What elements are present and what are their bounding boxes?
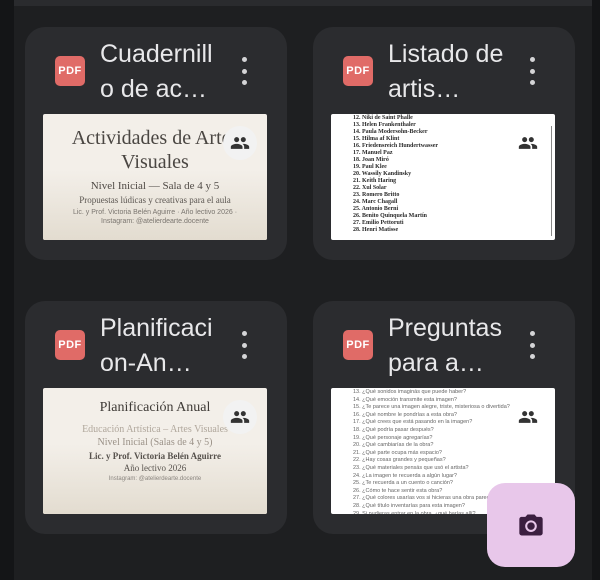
camera-scan-button[interactable] — [487, 483, 575, 567]
file-card[interactable]: PDF Listado de artis… 12. Niki de Saint … — [313, 27, 575, 260]
list-item: 25. Antonio Berni — [353, 206, 399, 212]
left-edge — [0, 0, 14, 580]
more-vert-icon[interactable] — [235, 330, 253, 360]
list-item: 21. Keith Haring — [353, 178, 397, 184]
list-item: 13. Helen Frankenthaler — [353, 122, 416, 128]
people-icon — [223, 400, 257, 434]
pdf-icon: PDF — [55, 56, 85, 86]
list-item: 14. ¿Qué emoción transmite esta imagen? — [353, 396, 457, 403]
list-item: 24. ¿La imagen te recuerda a algún lugar… — [353, 472, 457, 479]
more-vert-icon[interactable] — [523, 330, 541, 360]
cover-line: Instagram: @atelierdearte.docente — [101, 218, 209, 225]
camera-icon — [519, 514, 543, 536]
file-card[interactable]: PDF Cuadernillo de ac… Actividades de Ar… — [25, 27, 287, 260]
pdf-icon: PDF — [343, 56, 373, 86]
list-item: 21. ¿Qué parte ocupa más espacio? — [353, 449, 442, 456]
list-item: 19. ¿Qué personaje agregarías? — [353, 434, 433, 441]
cover-line: Propuestas lúdicas y creativas para el a… — [79, 195, 231, 205]
list-item: 14. Paula Modersohn-Becker — [353, 129, 428, 135]
pdf-icon: PDF — [343, 330, 373, 360]
people-icon — [223, 126, 257, 160]
right-edge — [592, 0, 600, 580]
list-item: 16. Friedensreich Hundertwasser — [353, 143, 439, 149]
more-vert-icon[interactable] — [523, 56, 541, 86]
list-item: 17. Manuel Paz — [353, 150, 393, 156]
list-item: 20. Wassily Kandinsky — [353, 171, 412, 177]
list-item: 22. ¿Hay cosas grandes y pequeñas? — [353, 457, 446, 464]
people-icon — [511, 126, 545, 160]
page-edge-rule — [551, 126, 552, 236]
file-thumbnail[interactable]: 12. Niki de Saint Phalle 13. Helen Franke… — [331, 114, 555, 240]
cover-line: Lic. y Prof. Victoria Belén Aguirre — [89, 451, 221, 461]
list-item: 24. Marc Chagall — [353, 199, 398, 205]
list-item: 12. Niki de Saint Phalle — [353, 115, 413, 121]
list-item: 20. ¿Qué cambiarías de la obra? — [353, 442, 434, 449]
file-thumbnail[interactable]: Planificación Anual Educación Artística … — [43, 388, 267, 514]
list-item: 15. ¿Te parece una imagen alegre, triste… — [353, 404, 510, 411]
list-item: 17. ¿Qué crees que está pasando en la im… — [353, 419, 473, 426]
list-item: 18. ¿Qué podría pasar después? — [353, 426, 434, 433]
list-item: 19. Paul Klee — [353, 164, 387, 170]
list-item: 23. ¿Qué materiales pensás que usó el ar… — [353, 464, 469, 471]
list-item: 22. Xul Solar — [353, 185, 387, 191]
cover-line: Lic. y Prof. Victoria Belén Aguirre · Añ… — [72, 209, 238, 216]
more-vert-icon[interactable] — [235, 56, 253, 86]
cover-line: Nivel Inicial (Salas de 4 y 5) — [97, 437, 213, 448]
list-item: 13. ¿Qué sonidos imaginás que puede habe… — [353, 389, 467, 395]
file-title: Planificacion-An… — [100, 314, 213, 377]
list-item: 27. Emilio Pettoruti — [353, 220, 404, 226]
file-thumbnail[interactable]: Actividades de Artes Visuales Nivel Inic… — [43, 114, 267, 240]
artist-list: 12. Niki de Saint Phalle 13. Helen Franke… — [353, 115, 513, 234]
people-icon — [511, 400, 545, 434]
file-card[interactable]: PDF Planificacion-An… Planificación Anua… — [25, 301, 287, 534]
pdf-icon: PDF — [55, 330, 85, 360]
list-item: 23. Romero Britto — [353, 192, 400, 198]
top-divider — [14, 0, 592, 6]
file-title: Listado de artis… — [388, 40, 504, 103]
cover-line: Instagram: @atelierdearte.docente — [108, 476, 202, 482]
list-item: 18. Joan Miró — [353, 157, 389, 163]
file-title: Preguntas para a… — [388, 314, 502, 377]
list-item: 16. ¿Qué nombre le pondrías a esta obra? — [353, 411, 457, 418]
cover-line: Año lectivo 2026 — [123, 463, 187, 473]
list-item: 26. Benito Quinquela Martín — [353, 213, 428, 219]
cover-line: Nivel Inicial — Sala de 4 y 5 — [90, 180, 220, 192]
list-item: 15. Hilma af Klint — [353, 136, 400, 142]
file-title: Cuadernillo de ac… — [100, 40, 213, 103]
list-item: 28. Henri Matisse — [353, 227, 399, 233]
